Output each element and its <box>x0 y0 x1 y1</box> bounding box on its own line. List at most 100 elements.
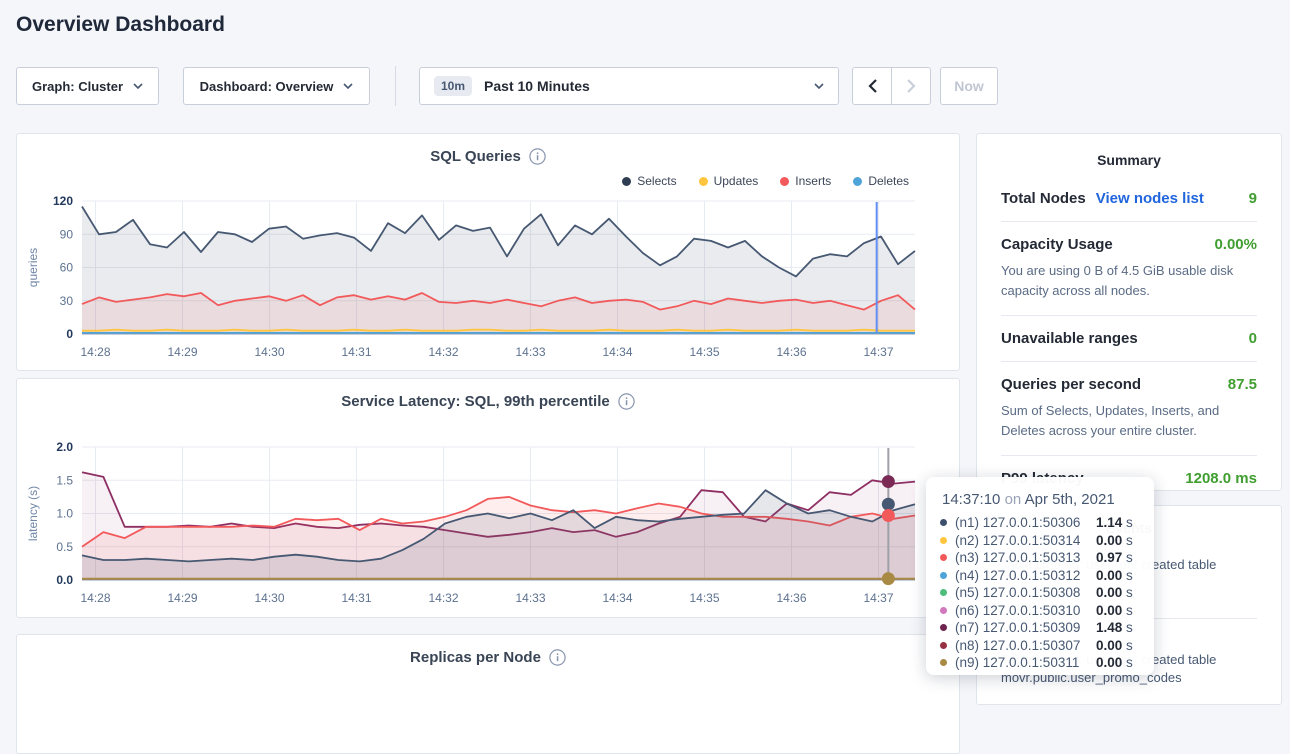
svg-text:14:33: 14:33 <box>515 591 545 605</box>
sql-queries-plot[interactable]: 14:2814:2914:3014:3114:3214:3314:3414:35… <box>17 194 959 364</box>
unavailable-ranges-value: 0 <box>1249 330 1257 347</box>
tooltip-node-row: (n6) 127.0.0.1:503100.00 s <box>940 602 1140 620</box>
svg-text:14:32: 14:32 <box>428 591 458 605</box>
toolbar-divider <box>395 66 396 106</box>
node-latency-value: 0.97 s <box>1096 550 1140 565</box>
tooltip-node-row: (n5) 127.0.0.1:503080.00 s <box>940 584 1140 602</box>
svg-text:14:28: 14:28 <box>80 591 110 605</box>
queries-per-second-label: Queries per second <box>1001 376 1141 393</box>
service-latency-plot[interactable]: 14:2814:2914:3014:3114:3214:3314:3414:35… <box>17 439 959 609</box>
page-title: Overview Dashboard <box>16 13 225 37</box>
queries-per-second-value: 87.5 <box>1228 376 1257 393</box>
chart-hover-tooltip: 14:37:10 on Apr 5th, 2021 (n1) 127.0.0.1… <box>926 477 1154 675</box>
svg-text:30: 30 <box>60 294 74 308</box>
divider <box>1001 221 1257 222</box>
time-next-button[interactable] <box>891 67 931 105</box>
node-color-dot <box>940 554 947 561</box>
graph-dropdown-label: Graph: Cluster <box>32 79 123 94</box>
node-color-dot <box>940 519 947 526</box>
tooltip-node-row: (n9) 127.0.0.1:503110.00 s <box>940 654 1140 672</box>
info-icon[interactable] <box>529 148 546 165</box>
svg-text:14:37: 14:37 <box>863 591 893 605</box>
tooltip-node-row: (n4) 127.0.0.1:50312 0.00 s <box>940 567 1140 585</box>
tooltip-node-row: (n3) 127.0.0.1:50313 0.97 s <box>940 549 1140 567</box>
svg-text:14:30: 14:30 <box>254 591 284 605</box>
time-range-badge: 10m <box>434 76 472 96</box>
divider <box>1001 455 1257 456</box>
capacity-usage-label: Capacity Usage <box>1001 236 1113 253</box>
node-address: (n4) 127.0.0.1:50312 <box>955 568 1088 583</box>
chevron-left-icon <box>868 79 877 93</box>
legend-item-updates[interactable]: Updates <box>699 174 759 188</box>
p99-latency-value: 1208.0 ms <box>1185 470 1257 487</box>
tooltip-date: Apr 5th, 2021 <box>1025 491 1115 508</box>
view-nodes-list-link[interactable]: View nodes list <box>1096 190 1239 207</box>
service-latency-card: Service Latency: SQL, 99th percentile 14… <box>16 378 960 618</box>
legend-dot <box>780 177 789 186</box>
summary-title: Summary <box>1001 152 1257 168</box>
legend-item-inserts[interactable]: Inserts <box>780 174 831 188</box>
tooltip-rows: (n1) 127.0.0.1:503061.14 s(n2) 127.0.0.1… <box>940 514 1140 672</box>
node-address: (n8) 127.0.0.1:50307 <box>955 638 1088 653</box>
info-icon[interactable] <box>549 649 566 666</box>
node-color-dot <box>940 659 947 666</box>
svg-text:1.0: 1.0 <box>56 507 73 521</box>
svg-text:60: 60 <box>60 261 74 275</box>
divider <box>1001 315 1257 316</box>
node-color-dot <box>940 624 947 631</box>
node-latency-value: 0.00 s <box>1096 568 1140 583</box>
svg-text:14:33: 14:33 <box>515 345 545 359</box>
chart-legend: Selects Updates Inserts Deletes <box>622 174 909 188</box>
node-color-dot <box>940 589 947 596</box>
info-icon[interactable] <box>618 393 635 410</box>
chart-title-latency-text: Service Latency: SQL, 99th percentile <box>341 393 609 410</box>
summary-panel: Summary Total Nodes View nodes list 9 Ca… <box>976 133 1282 491</box>
chevron-right-icon <box>907 79 916 93</box>
time-range-label: Past 10 Minutes <box>484 78 802 94</box>
svg-text:120: 120 <box>53 194 73 208</box>
unavailable-ranges-row: Unavailable ranges 0 <box>1001 330 1257 347</box>
svg-text:14:28: 14:28 <box>80 345 110 359</box>
svg-text:14:29: 14:29 <box>167 591 197 605</box>
svg-text:90: 90 <box>60 227 74 241</box>
legend-dot <box>699 177 708 186</box>
capacity-usage-value: 0.00% <box>1214 236 1257 253</box>
svg-text:14:37: 14:37 <box>863 345 893 359</box>
divider <box>1001 361 1257 362</box>
time-range-dropdown[interactable]: 10m Past 10 Minutes <box>419 67 839 105</box>
tooltip-node-row: (n1) 127.0.0.1:503061.14 s <box>940 514 1140 532</box>
node-address: (n1) 127.0.0.1:50306 <box>955 515 1088 530</box>
chevron-down-icon <box>814 83 824 89</box>
svg-text:14:36: 14:36 <box>776 591 806 605</box>
chart-title-sql: SQL Queries <box>17 148 959 165</box>
tooltip-node-row: (n8) 127.0.0.1:50307 0.00 s <box>940 637 1140 655</box>
svg-text:0.5: 0.5 <box>56 540 73 554</box>
tooltip-node-row: (n2) 127.0.0.1:503140.00 s <box>940 532 1140 550</box>
tooltip-node-row: (n7) 127.0.0.1:50309 1.48 s <box>940 619 1140 637</box>
node-color-dot <box>940 537 947 544</box>
total-nodes-value: 9 <box>1249 190 1257 207</box>
node-latency-value: 1.48 s <box>1096 620 1140 635</box>
node-color-dot <box>940 572 947 579</box>
now-button[interactable]: Now <box>940 67 998 105</box>
chevron-down-icon <box>133 83 143 89</box>
node-address: (n5) 127.0.0.1:50308 <box>955 585 1088 600</box>
svg-text:queries: queries <box>26 248 40 287</box>
legend-dot <box>853 177 862 186</box>
dashboard-dropdown[interactable]: Dashboard: Overview <box>183 67 370 105</box>
time-prev-button[interactable] <box>852 67 892 105</box>
chart-title-latency: Service Latency: SQL, 99th percentile <box>17 393 959 410</box>
svg-text:1.5: 1.5 <box>56 473 73 487</box>
node-address: (n7) 127.0.0.1:50309 <box>955 620 1088 635</box>
legend-item-deletes[interactable]: Deletes <box>853 174 909 188</box>
legend-item-selects[interactable]: Selects <box>622 174 676 188</box>
svg-text:14:35: 14:35 <box>689 591 719 605</box>
node-latency-value: 0.00 s <box>1096 638 1140 653</box>
tooltip-timestamp: 14:37:10 on Apr 5th, 2021 <box>942 491 1140 508</box>
node-address: (n3) 127.0.0.1:50313 <box>955 550 1088 565</box>
svg-text:14:32: 14:32 <box>428 345 458 359</box>
node-color-dot <box>940 642 947 649</box>
graph-dropdown[interactable]: Graph: Cluster <box>16 67 159 105</box>
queries-per-second-row: Queries per second 87.5 <box>1001 376 1257 393</box>
total-nodes-row: Total Nodes View nodes list 9 <box>1001 190 1257 207</box>
